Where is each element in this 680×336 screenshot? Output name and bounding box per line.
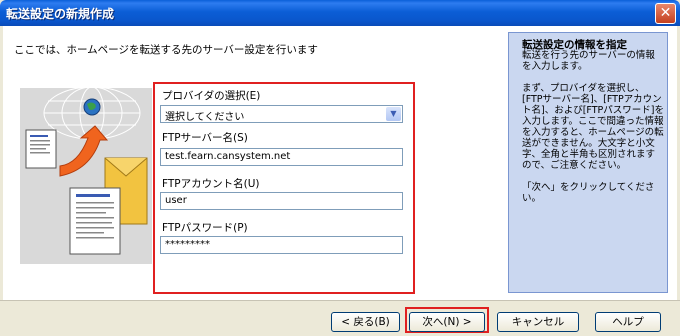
back-button[interactable]: < 戻る(B) (331, 312, 400, 332)
server-settings-form: プロバイダの選択(E) 選択してください ▼ FTPサーバー名(S) test.… (153, 82, 415, 294)
ftp-account-input[interactable]: user (160, 192, 403, 210)
close-icon: ✕ (659, 5, 672, 21)
ftp-server-input[interactable]: test.fearn.cansystem.net (160, 148, 403, 166)
chevron-down-icon[interactable]: ▼ (386, 107, 401, 121)
illustration (20, 86, 155, 264)
info-paragraph: 「次へ」をクリックしてください。 (522, 182, 655, 204)
window-title: 転送設定の新規作成 (6, 7, 115, 21)
ftp-password-label: FTPパスワード(P) (162, 222, 248, 234)
document-icon (25, 129, 57, 169)
info-text: 転送を行う先のサーバーの情報を入力します。 まず、プロバイダを選択し、[FTPサ… (522, 50, 664, 215)
close-button[interactable]: ✕ (655, 3, 676, 24)
ftp-server-label: FTPサーバー名(S) (162, 132, 248, 144)
provider-select[interactable]: 選択してください ▼ (160, 105, 403, 123)
ftp-account-label: FTPアカウント名(U) (162, 178, 260, 190)
next-button[interactable]: 次へ(N) > (409, 312, 485, 332)
title-bar[interactable]: 転送設定の新規作成 ✕ (0, 0, 680, 26)
info-panel: 転送設定の情報を指定 転送を行う先のサーバーの情報を入力します。 まず、プロバイ… (508, 32, 668, 293)
dialog-window: 転送設定の新規作成 ✕ ここでは、ホームページを転送する先のサーバー設定を行いま… (0, 0, 680, 336)
cancel-button[interactable]: キャンセル (497, 312, 579, 332)
info-paragraph: 転送を行う先のサーバーの情報を入力します。 (522, 50, 655, 72)
provider-select-value: 選択してください (165, 112, 245, 123)
button-bar: < 戻る(B) 次へ(N) > キャンセル ヘルプ (0, 300, 680, 336)
info-paragraph: まず、プロバイダを選択し、[FTPサーバー名]、[FTPアカウント名]、および[… (522, 83, 664, 171)
provider-label: プロバイダの選択(E) (162, 90, 261, 102)
ftp-password-input[interactable]: ********* (160, 236, 403, 254)
help-button[interactable]: ヘルプ (595, 312, 661, 332)
intro-text: ここでは、ホームページを転送する先のサーバー設定を行います (14, 44, 318, 56)
